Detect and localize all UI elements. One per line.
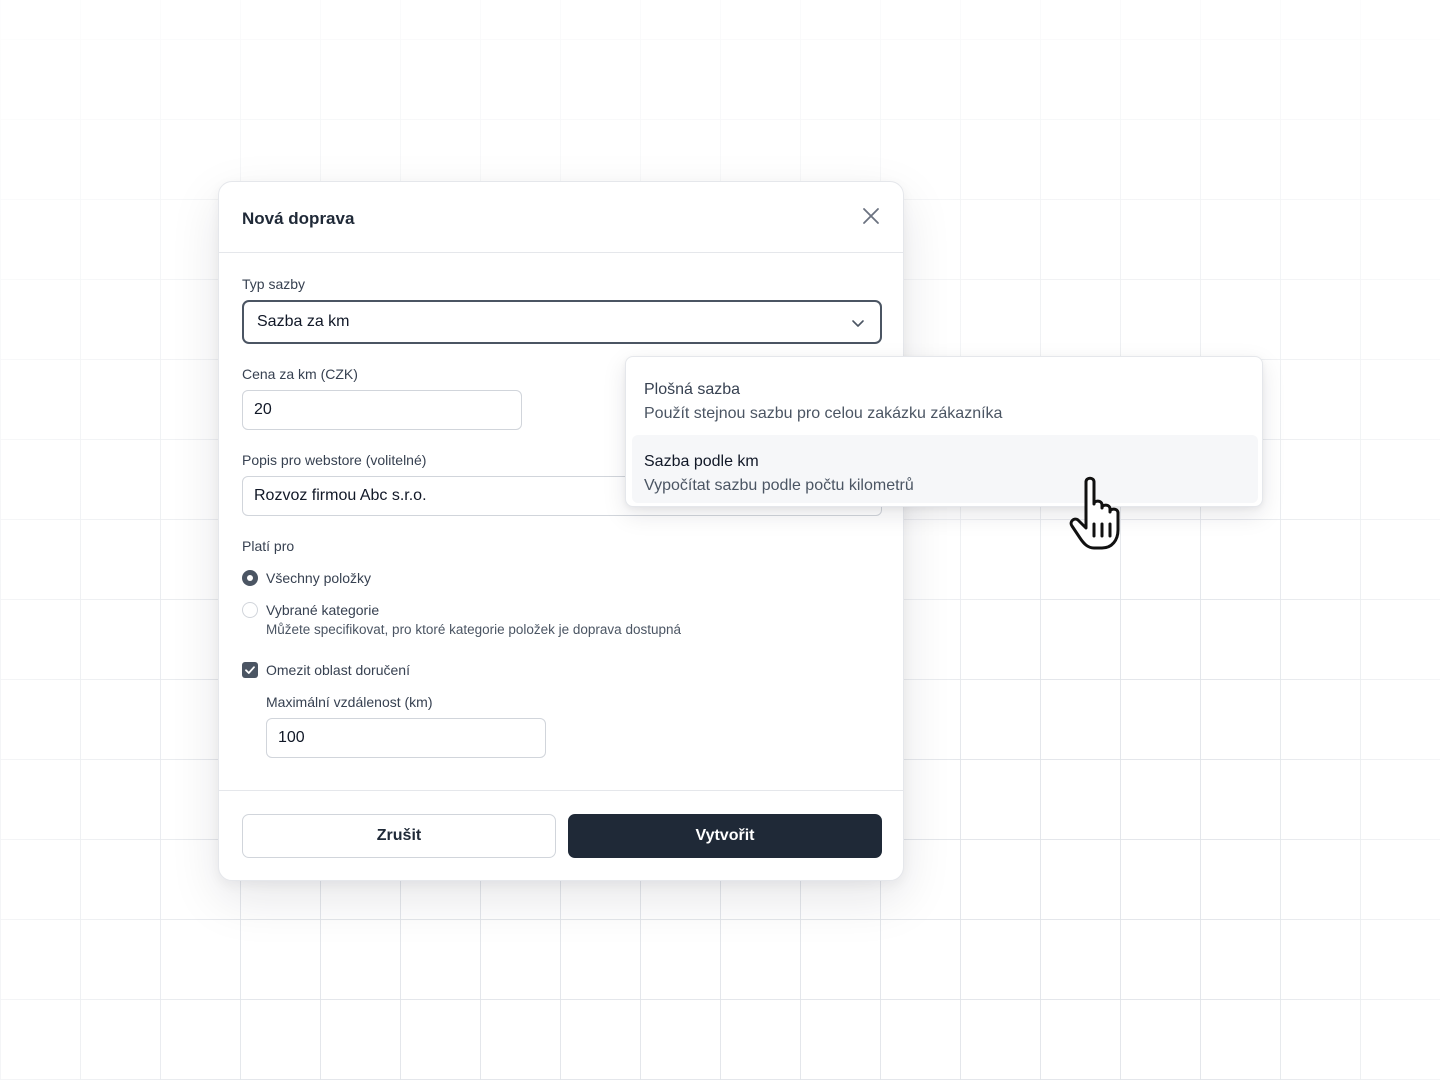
selected-categories-hint: Můžete specifikovat, pro ktoré kategorie… — [266, 622, 681, 637]
limit-area-label: Omezit oblast doručení — [266, 662, 410, 678]
max-distance-label: Maximální vzdálenost (km) — [266, 694, 433, 710]
rate-type-select[interactable]: Sazba za km — [242, 300, 882, 344]
hand-pointer-icon — [1069, 476, 1120, 550]
radio-all-items-label: Všechny položky — [266, 570, 372, 586]
option-title: Sazba podle km — [644, 453, 759, 470]
chevron-down-icon — [852, 320, 864, 327]
option-rate-per-km[interactable]: Sazba podle km Vypočítat sazbu podle poč… — [632, 435, 1258, 503]
applies-to-label: Platí pro — [242, 538, 295, 554]
option-title: Plošná sazba — [644, 381, 741, 398]
cancel-button[interactable]: Zrušit — [242, 814, 556, 858]
radio-selected-categories-label: Vybrané kategorie — [266, 602, 380, 618]
option-description: Použít stejnou sazbu pro celou zakázku z… — [644, 405, 1003, 422]
radio-selected-categories[interactable] — [242, 602, 258, 618]
dialog-header: Nová doprava — [219, 182, 903, 253]
option-description: Vypočítat sazbu podle počtu kilometrů — [644, 477, 914, 494]
price-per-km-input[interactable] — [242, 390, 522, 430]
radio-all-items[interactable] — [242, 570, 258, 586]
rate-type-value: Sazba za km — [257, 313, 350, 330]
check-icon — [245, 666, 255, 674]
close-button[interactable] — [859, 204, 883, 228]
create-button[interactable]: Vytvořit — [568, 814, 882, 858]
new-shipping-dialog: Nová doprava Typ sazby Sazba za km Cena … — [218, 181, 904, 881]
description-label: Popis pro webstore (volitelné) — [242, 452, 427, 468]
dialog-title: Nová doprava — [242, 209, 355, 228]
rate-type-label: Typ sazby — [242, 276, 306, 292]
dialog-footer-divider — [219, 790, 903, 791]
rate-type-dropdown: Plošná sazba Použít stejnou sazbu pro ce… — [625, 356, 1263, 507]
price-per-km-label: Cena za km (CZK) — [242, 366, 358, 382]
close-icon — [863, 208, 879, 224]
option-flat-rate[interactable]: Plošná sazba Použít stejnou sazbu pro ce… — [632, 363, 1258, 431]
max-distance-input[interactable] — [266, 718, 546, 758]
limit-area-checkbox[interactable] — [242, 662, 258, 678]
